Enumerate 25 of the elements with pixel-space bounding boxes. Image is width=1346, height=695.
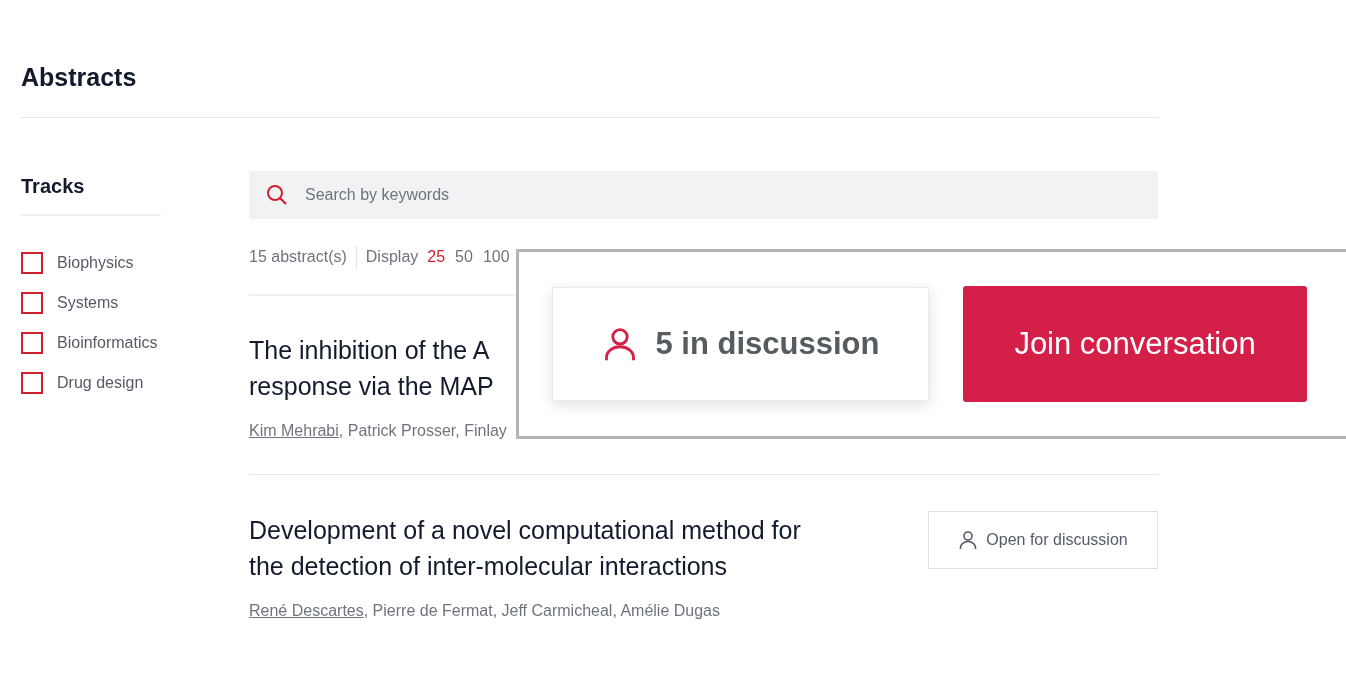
abstract-title[interactable]: Development of a novel computational method for the detection of inter-molecular interactions [249, 512, 801, 584]
track-label[interactable]: Bioinformatics [57, 334, 158, 352]
page-title: Abstracts [21, 0, 1158, 118]
sidebar-title: Tracks [21, 118, 161, 216]
page-size-link[interactable]: 100 [482, 247, 510, 266]
display-label: Display [365, 247, 419, 266]
track-label[interactable]: Systems [57, 294, 119, 312]
checkbox[interactable] [21, 372, 43, 394]
checkbox[interactable] [21, 332, 43, 354]
checkbox[interactable] [21, 252, 43, 274]
person-icon [958, 530, 979, 550]
join-button[interactable]: Join conversation [963, 286, 1307, 402]
search-field[interactable]: Search by keywords [249, 171, 1158, 219]
track-label[interactable]: Drug design [57, 374, 144, 392]
page-size-link[interactable]: 25 [427, 247, 446, 266]
author-list: René Descartes, Pierre de Fermat, Jeff Carmicheal, Amélie Dugas [249, 602, 1158, 620]
page-size-link[interactable]: 50 [455, 247, 473, 266]
author-link[interactable]: René Descartes [249, 602, 364, 619]
checkbox[interactable] [21, 292, 43, 314]
discussion-button[interactable]: Open for discussion [928, 511, 1158, 569]
result-count: 15 abstract(s) [249, 245, 357, 268]
author-link[interactable]: Kim Mehrabi [249, 422, 339, 439]
participant-count: 5 in discussion [552, 287, 929, 401]
abstract-title[interactable]: The inhibition of the A response via the MAP [249, 332, 494, 404]
track-label[interactable]: Biophysics [57, 254, 134, 272]
